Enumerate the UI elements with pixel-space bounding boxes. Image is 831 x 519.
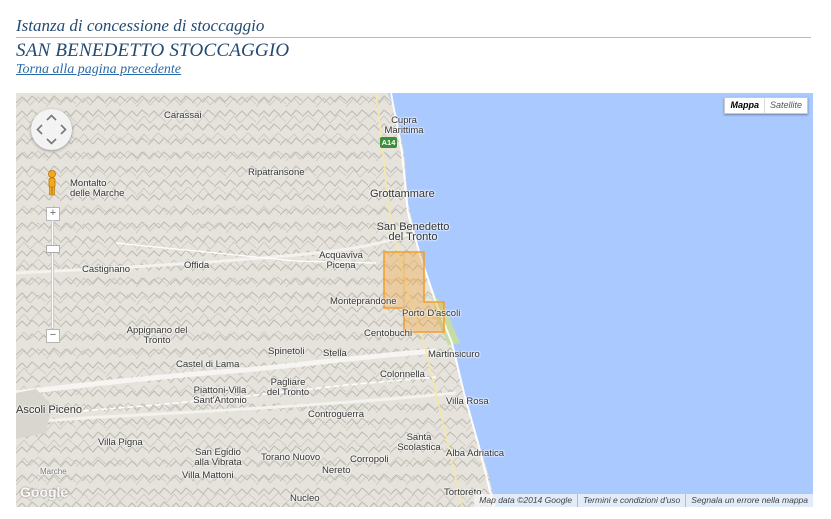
place-label: Nucleo [290,493,320,504]
map-footer: Map data ©2014 Google Termini e condizio… [474,494,813,507]
zoom-slider-track[interactable] [51,220,54,329]
place-label: Ascoli Piceno [16,404,83,416]
place-label: Offida [184,260,210,271]
google-logo[interactable]: Google [20,484,68,500]
highway-shield: A14 [380,137,397,148]
place-label: Colonnella [380,369,425,380]
zoom-out-button[interactable]: − [46,329,60,343]
place-label: Nereto [322,465,351,476]
page-title: SAN BENEDETTO STOCCAGGIO [16,40,290,61]
place-label: San Egidio alla Vibrata [194,447,242,468]
place-label: Villa Mattoni [182,470,234,481]
map-data-attribution: Map data ©2014 Google [479,495,573,505]
street-view-pegman-icon[interactable] [46,169,58,197]
zoom-in-button[interactable]: + [46,207,60,221]
place-label: Centobuchi [364,328,413,339]
place-label: Castel di Lama [176,359,240,370]
concession-area[interactable] [382,250,448,336]
place-label: Montalto delle Marche [70,178,125,199]
zoom-slider-handle[interactable] [46,245,60,253]
place-label: Grottammare [370,188,435,200]
place-label: Ripatransone [248,167,305,178]
place-label: Pagliare del Tronto [266,377,310,398]
place-label: San Benedetto del Tronto [376,221,450,243]
map-type-map-button[interactable]: Mappa [725,98,765,113]
region-label: Marche [40,467,67,476]
terms-link[interactable]: Termini e condizioni d'uso [577,494,685,507]
map-view[interactable]: A14 Carassai Cupra Marittima Montalto de… [16,93,813,507]
place-label: Villa Rosa [446,396,489,407]
place-label: Alba Adriatica [446,448,505,459]
place-label: Piattoni-Villa Sant'Antonio [193,385,247,406]
place-label: Appignano del Tronto [126,325,188,346]
map-type-control: Mappa Satellite [724,97,808,114]
pan-control[interactable] [31,109,72,150]
place-label: Controguerra [308,409,364,420]
place-label: Acquaviva Picena [319,250,363,271]
back-link[interactable]: Torna alla pagina precedente [16,62,181,78]
place-label: Torano Nuovo [261,452,321,463]
pan-arrows-icon [36,114,67,145]
place-label: Santa Scolastica [397,432,441,453]
divider [16,37,811,38]
place-label: Stella [323,348,347,359]
place-label: Carassai [164,110,202,121]
place-label: Porto D'ascoli [402,308,461,319]
page-subtitle: Istanza di concessione di stoccaggio [16,16,265,35]
report-error-link[interactable]: Segnala un errore nella mappa [685,494,813,507]
place-label: Castignano [82,264,131,275]
place-label: Corropoli [350,454,389,465]
place-label: Villa Pigna [98,437,143,448]
place-label: Martinsicuro [428,349,480,360]
place-label: Monteprandone [330,296,397,307]
map-type-satellite-button[interactable]: Satellite [764,98,807,113]
place-label: Cupra Marittima [384,115,424,136]
place-label: Spinetoli [268,346,305,357]
